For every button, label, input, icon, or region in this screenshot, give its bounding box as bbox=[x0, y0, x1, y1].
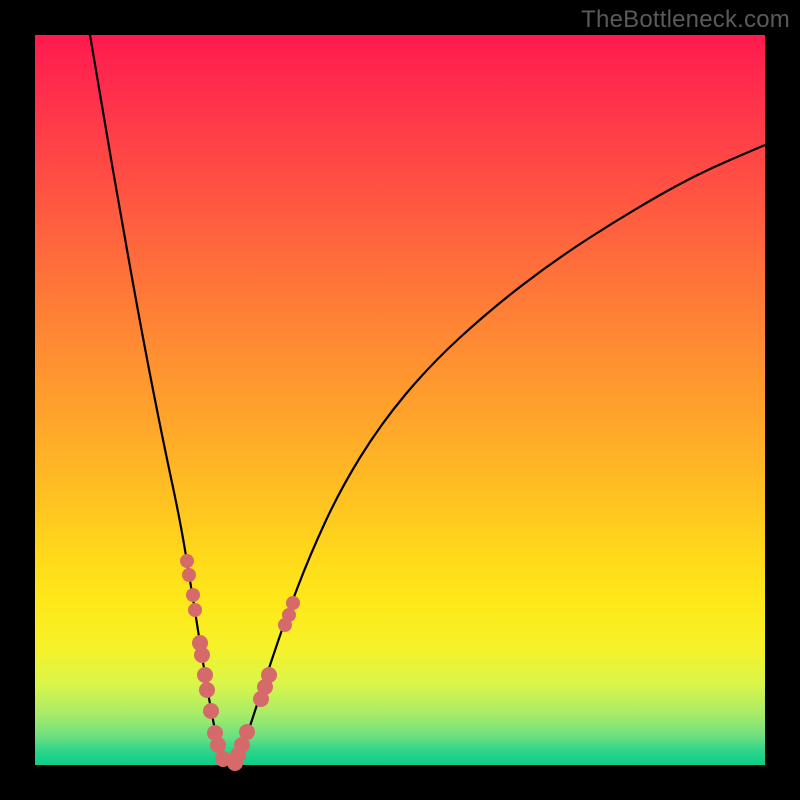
data-dot bbox=[261, 667, 277, 683]
data-dot bbox=[199, 682, 215, 698]
data-dot bbox=[194, 647, 210, 663]
data-dot bbox=[210, 737, 226, 753]
curves-svg bbox=[35, 35, 765, 765]
data-dot bbox=[188, 603, 202, 617]
data-dot bbox=[239, 724, 255, 740]
data-dot bbox=[203, 703, 219, 719]
plot-area bbox=[35, 35, 765, 765]
data-dot bbox=[197, 667, 213, 683]
scatter-dots bbox=[180, 554, 300, 771]
data-dot bbox=[186, 588, 200, 602]
curve-right-branch bbox=[235, 145, 765, 765]
watermark-text: TheBottleneck.com bbox=[581, 6, 790, 34]
data-dot bbox=[282, 608, 296, 622]
data-dot bbox=[180, 554, 194, 568]
data-dot bbox=[286, 596, 300, 610]
data-dot bbox=[182, 568, 196, 582]
chart-frame: TheBottleneck.com bbox=[0, 0, 800, 800]
